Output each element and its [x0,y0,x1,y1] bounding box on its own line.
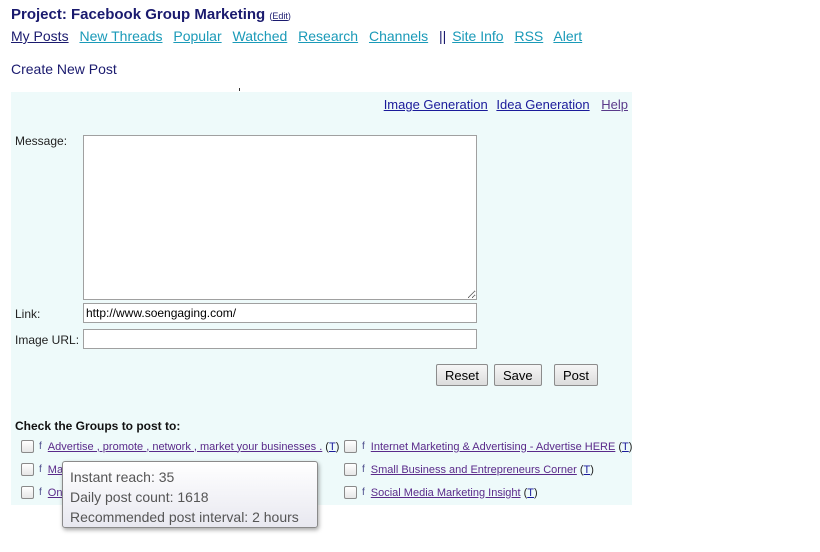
daily-post-count-text: Daily post count: 1618 [70,489,209,505]
edit-link-wrapper: (Edit) [269,11,291,21]
save-button[interactable]: Save [494,364,542,386]
group-checkbox[interactable] [344,440,357,453]
group-item: f Ma [21,463,63,476]
group-link[interactable]: Social Media Marketing Insight [371,487,521,499]
group-item: f Internet Marketing & Advertising - Adv… [344,440,632,453]
project-title: Project: Facebook Group Marketing [11,6,266,23]
nav-research[interactable]: Research [298,28,358,44]
groups-heading: Check the Groups to post to: [15,419,181,433]
link-label: Link: [15,307,41,321]
edit-project-link[interactable]: Edit [272,11,288,21]
recommended-interval-text: Recommended post interval: 2 hours [70,509,299,525]
group-item: f Advertise , promote , network , market… [21,440,339,453]
idea-generation-link[interactable]: Idea Generation [496,97,589,112]
group-stats-tooltip: Instant reach: 35 Daily post count: 1618… [62,461,318,528]
group-link[interactable]: Ma [48,464,63,476]
instant-reach-text: Instant reach: 35 [70,469,175,485]
post-button[interactable]: Post [554,364,599,386]
nav-popular[interactable]: Popular [173,28,221,44]
message-textarea[interactable] [83,135,477,300]
link-input[interactable] [83,303,477,323]
tool-links: Image Generation Idea Generation Help [379,97,628,112]
group-tag-link[interactable]: T [622,441,629,453]
group-checkbox[interactable] [21,486,34,499]
nav-channels[interactable]: Channels [369,28,428,44]
divider-tick [239,88,240,91]
group-checkbox[interactable] [344,463,357,476]
nav-my-posts[interactable]: My Posts [11,28,69,44]
page-title: Project: Facebook Group Marketing (Edit) [11,6,291,23]
group-tag-link[interactable]: T [584,464,591,476]
facebook-icon: f [362,487,365,498]
nav-rss[interactable]: RSS [514,28,543,44]
group-tag: (T) [523,486,538,499]
help-link[interactable]: Help [601,97,628,112]
group-item: f Onl [21,486,65,499]
nav-watched[interactable]: Watched [233,28,288,44]
facebook-icon: f [39,441,42,452]
group-checkbox[interactable] [21,463,34,476]
nav-alert[interactable]: Alert [553,28,582,44]
group-item: f Small Business and Entrepreneurs Corne… [344,463,594,476]
image-generation-link[interactable]: Image Generation [384,97,488,112]
nav-separator: || [439,28,447,44]
group-link[interactable]: Small Business and Entrepreneurs Corner [371,464,577,476]
create-new-post-heading: Create New Post [11,61,117,77]
facebook-icon: f [362,441,365,452]
group-item: f Social Media Marketing Insight (T) [344,486,538,499]
facebook-icon: f [39,487,42,498]
reset-button[interactable]: Reset [436,364,488,386]
nav-new-threads[interactable]: New Threads [79,28,162,44]
image-url-label: Image URL: [15,333,80,347]
group-link[interactable]: Advertise , promote , network , market y… [48,441,323,453]
facebook-icon: f [39,464,42,475]
group-link[interactable]: Internet Marketing & Advertising - Adver… [371,441,616,453]
nav-site-info[interactable]: Site Info [452,28,503,44]
group-tag-link[interactable]: T [329,441,336,453]
group-tag-link[interactable]: T [527,487,534,499]
group-checkbox[interactable] [21,440,34,453]
image-url-input[interactable] [83,329,477,349]
post-form-panel: Image Generation Idea Generation Help Me… [11,92,632,505]
group-tag: (T) [579,463,594,476]
group-tag: (T) [325,440,340,453]
message-label: Message: [15,134,68,148]
facebook-icon: f [362,464,365,475]
main-nav: My Posts New Threads Popular Watched Res… [11,28,589,44]
group-tag: (T) [618,440,633,453]
group-checkbox[interactable] [344,486,357,499]
